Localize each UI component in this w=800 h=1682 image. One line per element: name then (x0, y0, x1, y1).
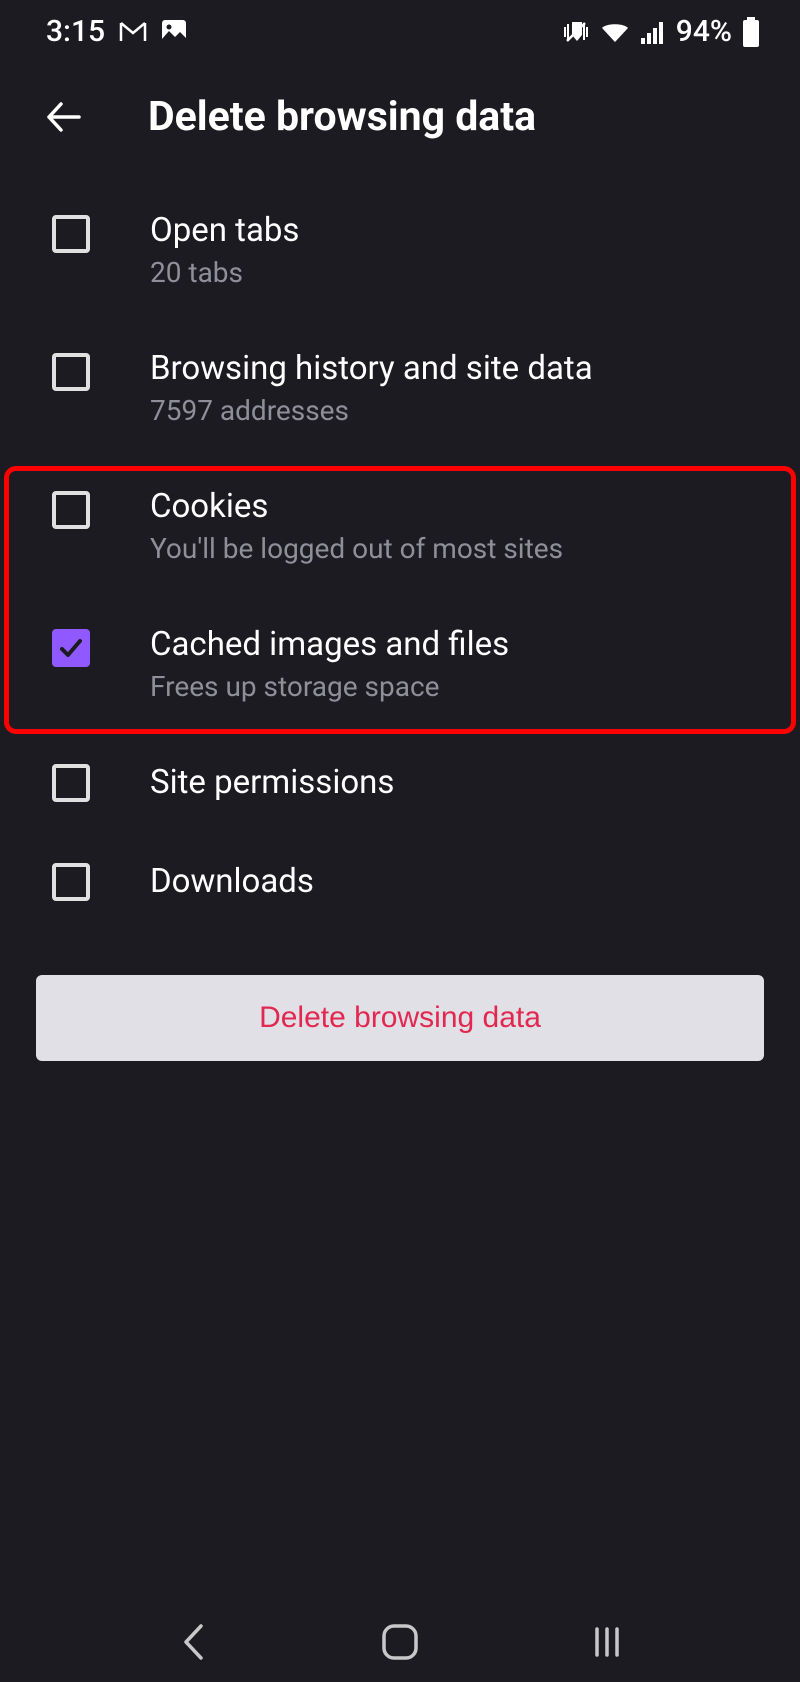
checkbox-cache[interactable] (52, 629, 90, 667)
sublabel-history: 7597 addresses (150, 394, 748, 427)
item-cookies[interactable]: Cookies You'll be logged out of most sit… (38, 457, 762, 595)
battery-icon (742, 17, 760, 47)
page-title: Delete browsing data (148, 93, 536, 141)
system-nav-bar (0, 1602, 800, 1682)
checkbox-cookies[interactable] (52, 491, 90, 529)
checkbox-open-tabs[interactable] (52, 215, 90, 253)
status-time: 3:15 (46, 14, 105, 49)
checkbox-downloads[interactable] (52, 863, 90, 901)
label-cache: Cached images and files (150, 625, 748, 664)
label-cookies: Cookies (150, 487, 748, 526)
sublabel-cookies: You'll be logged out of most sites (150, 532, 748, 565)
label-permissions: Site permissions (150, 763, 748, 802)
item-cache[interactable]: Cached images and files Frees up storage… (38, 595, 762, 733)
gmail-icon (119, 21, 147, 43)
sublabel-open-tabs: 20 tabs (150, 256, 748, 289)
header: Delete browsing data (0, 63, 800, 181)
checkbox-history[interactable] (52, 353, 90, 391)
signal-icon (640, 20, 666, 44)
nav-home-icon[interactable] (376, 1618, 424, 1666)
item-history[interactable]: Browsing history and site data 7597 addr… (38, 319, 762, 457)
item-downloads[interactable]: Downloads (38, 832, 762, 931)
sublabel-cache: Frees up storage space (150, 670, 748, 703)
label-history: Browsing history and site data (150, 349, 748, 388)
back-button[interactable] (40, 93, 88, 141)
label-open-tabs: Open tabs (150, 211, 748, 250)
status-bar: 3:15 (0, 0, 800, 63)
label-downloads: Downloads (150, 862, 748, 901)
delete-button[interactable]: Delete browsing data (36, 975, 764, 1061)
item-permissions[interactable]: Site permissions (38, 733, 762, 832)
settings-list: Open tabs 20 tabs Browsing history and s… (0, 181, 800, 931)
battery-percent: 94% (676, 14, 732, 49)
image-icon (161, 19, 187, 45)
nav-recents-icon[interactable] (583, 1618, 631, 1666)
vibrate-icon (562, 19, 590, 45)
nav-back-icon[interactable] (169, 1618, 217, 1666)
wifi-icon (600, 20, 630, 44)
checkbox-permissions[interactable] (52, 764, 90, 802)
item-open-tabs[interactable]: Open tabs 20 tabs (38, 181, 762, 319)
